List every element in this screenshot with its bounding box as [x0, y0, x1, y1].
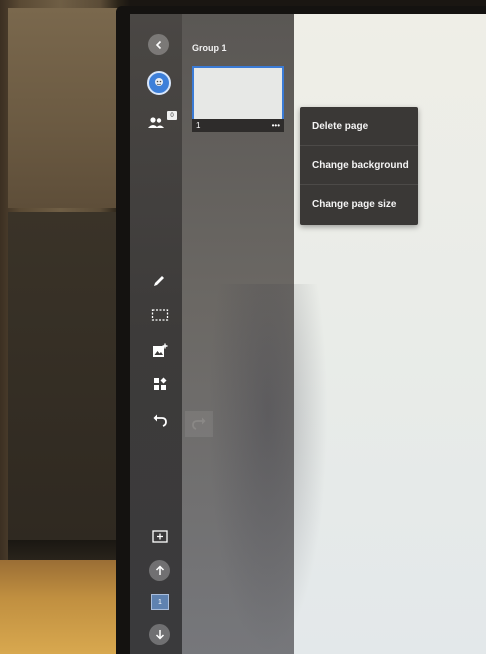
- delete-page-menu-item[interactable]: Delete page: [300, 107, 418, 146]
- redo-icon: [192, 417, 206, 430]
- people-icon: [148, 117, 164, 128]
- chevron-left-icon: [155, 40, 161, 49]
- add-page-icon: [152, 529, 168, 543]
- arrow-up-icon: [155, 565, 164, 575]
- image-add-icon: [153, 343, 168, 357]
- insert-image-button[interactable]: [150, 341, 170, 359]
- arrow-down-icon: [155, 630, 164, 640]
- page-thumbnail-bar: 1 •••: [192, 119, 284, 132]
- change-page-size-menu-item[interactable]: Change page size: [300, 185, 418, 224]
- redo-button[interactable]: [185, 411, 213, 437]
- page-thumbnail-number: 1: [196, 121, 201, 130]
- whiteboard-screen: Group 1 1 ••• 0 1 Delete page Change bac…: [130, 14, 486, 654]
- select-tool-button[interactable]: [150, 306, 170, 324]
- back-button[interactable]: [148, 34, 169, 55]
- participants-button[interactable]: [145, 114, 167, 132]
- page-more-button[interactable]: •••: [272, 121, 280, 130]
- undo-button[interactable]: [150, 412, 170, 430]
- widgets-icon: [154, 377, 167, 390]
- participants-count-badge: 0: [167, 111, 177, 120]
- widgets-button[interactable]: [150, 375, 170, 393]
- lasso-select-icon: [151, 309, 169, 321]
- wall-panel-dark: [8, 212, 120, 572]
- user-avatar[interactable]: [147, 71, 171, 95]
- change-background-menu-item[interactable]: Change background: [300, 146, 418, 185]
- floor: [0, 560, 125, 654]
- page-context-menu: Delete page Change background Change pag…: [300, 107, 418, 225]
- next-page-button[interactable]: [149, 624, 170, 645]
- undo-icon: [153, 414, 167, 427]
- previous-page-button[interactable]: [149, 560, 170, 581]
- tool-rail: 0 1: [130, 14, 182, 654]
- pen-icon: [154, 276, 164, 286]
- wall-panel: [8, 8, 120, 208]
- avatar-icon: [155, 78, 163, 86]
- pen-tool-button[interactable]: [150, 272, 168, 290]
- add-page-button[interactable]: [151, 528, 169, 544]
- current-page-indicator: 1: [151, 594, 169, 610]
- group-title: Group 1: [192, 43, 227, 53]
